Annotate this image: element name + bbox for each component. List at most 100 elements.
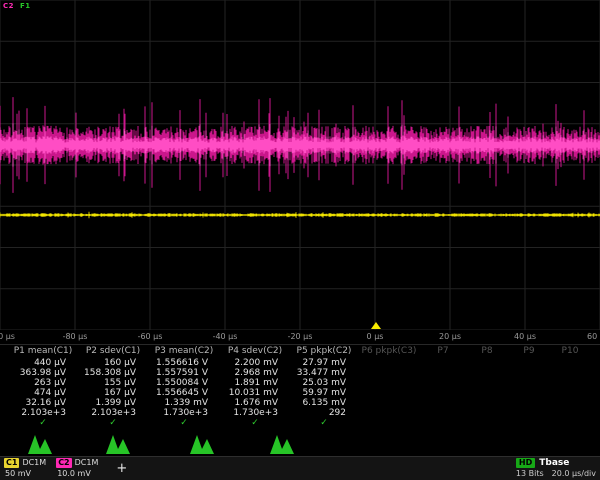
measure-value	[420, 368, 466, 378]
measure-status-check: ✓	[290, 418, 358, 429]
measure-value	[420, 358, 466, 368]
time-axis-label: 0 µs	[367, 332, 384, 341]
measure-value: 167 µV	[78, 388, 148, 398]
measure-value: 1.556645 V	[148, 388, 220, 398]
measure-value: 2.200 mV	[220, 358, 290, 368]
time-axis-label: -100 µs	[0, 332, 15, 341]
measurement-table: P1 mean(C1)P2 sdev(C1)P3 mean(C2)P4 sdev…	[0, 344, 600, 429]
measure-value	[358, 358, 420, 368]
measure-value: 1.891 mV	[220, 378, 290, 388]
measure-value: 292	[290, 408, 358, 418]
trigger-position-marker[interactable]	[371, 322, 381, 329]
measure-value	[466, 378, 508, 388]
channel-scale: 10.0 mV	[56, 469, 98, 479]
channel-descriptor-c1[interactable]: C1DC1M50 mV	[4, 458, 46, 479]
channel-descriptor-c2[interactable]: C2DC1M10.0 mV	[56, 458, 98, 479]
measure-status-check	[550, 418, 590, 429]
measure-value	[358, 408, 420, 418]
measure-value: 32.16 µV	[8, 398, 78, 408]
waveform-plot	[0, 0, 600, 330]
measure-value	[420, 408, 466, 418]
measure-value	[420, 378, 466, 388]
measure-status-check	[508, 418, 550, 429]
measure-value	[358, 388, 420, 398]
measurement-trend-icons	[0, 429, 600, 456]
measure-status-check	[358, 418, 420, 429]
measure-header-p5[interactable]: P5 pkpk(C2)	[290, 345, 358, 358]
time-axis: -100 µs-80 µs-60 µs-40 µs-20 µs0 µs20 µs…	[0, 330, 600, 344]
timebase-descriptor[interactable]: HD Tbase 13 Bits 20.0 µs/div	[516, 458, 596, 479]
measure-value: 2.103e+3	[8, 408, 78, 418]
time-axis-label: -40 µs	[213, 332, 238, 341]
measure-value: 33.477 mV	[290, 368, 358, 378]
measure-value	[420, 398, 466, 408]
measure-value	[508, 358, 550, 368]
measure-value: 440 µV	[8, 358, 78, 368]
measure-value: 2.103e+3	[78, 408, 148, 418]
adc-resolution-value: 13 Bits	[516, 469, 544, 479]
measure-value	[466, 398, 508, 408]
measure-status-check	[466, 418, 508, 429]
measure-status-check: ✓	[78, 418, 148, 429]
measure-value	[466, 368, 508, 378]
measure-value	[550, 388, 590, 398]
measure-value	[358, 378, 420, 388]
measure-value: 27.97 mV	[290, 358, 358, 368]
measure-value	[420, 388, 466, 398]
waveform-display[interactable]: C2 F1	[0, 0, 600, 330]
measure-status-check: ✓	[8, 418, 78, 429]
measure-value	[358, 368, 420, 378]
measure-value: 1.557591 V	[148, 368, 220, 378]
status-bar: C1DC1M50 mVC2DC1M10.0 mV + HD Tbase 13 B…	[0, 456, 600, 480]
measure-value	[508, 408, 550, 418]
measure-header-p3[interactable]: P3 mean(C2)	[148, 345, 220, 358]
measure-value: 1.730e+3	[220, 408, 290, 418]
timebase-label: Tbase	[539, 458, 569, 468]
measure-status-check: ✓	[220, 418, 290, 429]
measure-value: 10.031 mV	[220, 388, 290, 398]
oscilloscope-screen: C2 F1 -100 µs-80 µs-60 µs-40 µs-20 µs0 µ…	[0, 0, 600, 480]
measure-value: 25.03 mV	[290, 378, 358, 388]
measure-value	[466, 408, 508, 418]
measure-value	[550, 408, 590, 418]
measure-value: 1.399 µV	[78, 398, 148, 408]
measure-header-p8[interactable]: P8	[466, 345, 508, 358]
measure-value	[508, 388, 550, 398]
measure-value: 1.556616 V	[148, 358, 220, 368]
measure-value	[508, 378, 550, 388]
measure-value: 1.730e+3	[148, 408, 220, 418]
channel-badge-c2: C2	[56, 458, 71, 468]
hd-mode-badge: HD	[516, 458, 535, 468]
trace-annotations: C2 F1	[3, 2, 31, 10]
add-trace-button[interactable]: +	[112, 462, 131, 475]
measure-value	[550, 378, 590, 388]
measure-value: 59.97 mV	[290, 388, 358, 398]
measure-status-check	[420, 418, 466, 429]
measure-value	[466, 388, 508, 398]
measure-value: 1.550084 V	[148, 378, 220, 388]
measure-header-p4[interactable]: P4 sdev(C2)	[220, 345, 290, 358]
measure-value	[508, 368, 550, 378]
measure-value: 158.308 µV	[78, 368, 148, 378]
measure-header-p1[interactable]: P1 mean(C1)	[8, 345, 78, 358]
channel-scale: 50 mV	[4, 469, 46, 479]
measure-value: 6.135 mV	[290, 398, 358, 408]
trace-f1-annotation: F1	[20, 2, 31, 10]
measure-value: 363.98 µV	[8, 368, 78, 378]
measure-header-p9[interactable]: P9	[508, 345, 550, 358]
channel-badge-c1: C1	[4, 458, 19, 468]
time-axis-label: 20 µs	[439, 332, 461, 341]
channel-c2-annotation: C2	[3, 2, 14, 10]
measure-header-p7[interactable]: P7	[420, 345, 466, 358]
time-axis-label: -60 µs	[138, 332, 163, 341]
measure-value: 1.676 mV	[220, 398, 290, 408]
channel-coupling: DC1M	[22, 458, 46, 468]
measure-header-p6[interactable]: P6 pkpk(C3)	[358, 345, 420, 358]
measure-status-check: ✓	[148, 418, 220, 429]
measure-value	[508, 398, 550, 408]
time-axis-label: 60 µs	[587, 332, 600, 341]
measure-value: 474 µV	[8, 388, 78, 398]
measure-header-p2[interactable]: P2 sdev(C1)	[78, 345, 148, 358]
measure-header-p10[interactable]: P10	[550, 345, 590, 358]
measure-value	[358, 398, 420, 408]
